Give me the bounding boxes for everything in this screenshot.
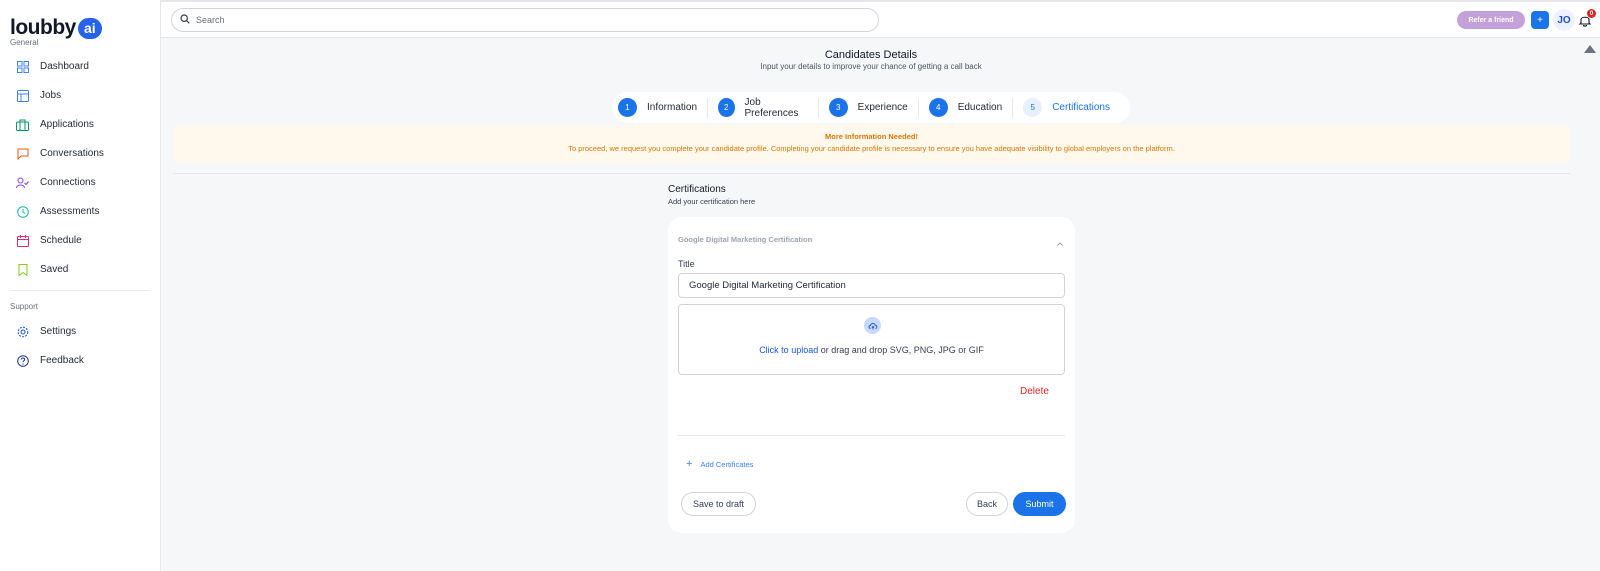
search-icon — [180, 11, 190, 29]
sidebar: loubby ai General Dashboard Jobs Applica… — [0, 0, 161, 571]
brand-name: loubby — [10, 16, 76, 39]
sidebar-item-label: Settings — [40, 326, 77, 337]
page-subtitle: Input your details to improve your chanc… — [760, 62, 982, 71]
support-section-label: Support — [10, 302, 39, 311]
sidebar-item-label: Conversations — [40, 148, 104, 159]
sidebar-item-label: Feedback — [40, 355, 84, 366]
chevron-up-icon[interactable] — [1056, 235, 1064, 246]
file-upload-dropzone[interactable]: Click to upload or drag and drop SVG, PN… — [678, 304, 1065, 375]
sidebar-item-label: Schedule — [40, 235, 82, 246]
sidebar-item-feedback[interactable]: Feedback — [16, 354, 84, 367]
sidebar-item-label: Jobs — [40, 90, 62, 101]
sidebar-item-settings[interactable]: Settings — [16, 325, 76, 338]
step-label: Certifications — [1052, 102, 1110, 113]
add-button[interactable]: + — [1531, 11, 1549, 29]
connections-icon — [16, 176, 29, 189]
sidebar-item-label: Assessments — [40, 206, 100, 217]
sidebar-item-jobs[interactable]: Jobs — [16, 89, 61, 102]
help-icon — [16, 354, 29, 367]
step-number: 4 — [928, 98, 948, 117]
search-input[interactable] — [196, 15, 796, 25]
upload-formats-text: or drag and drop SVG, PNG, JPG or GIF — [818, 345, 984, 355]
sidebar-divider — [10, 290, 150, 291]
applications-icon — [16, 118, 29, 131]
sidebar-item-dashboard[interactable]: Dashboard — [16, 60, 89, 73]
conversations-icon — [16, 147, 29, 160]
step-label: Experience — [857, 102, 908, 113]
click-to-upload-link[interactable]: Click to upload — [759, 345, 818, 355]
step-label: Information — [647, 102, 698, 113]
notification-badge: 0 — [1587, 9, 1596, 18]
sidebar-item-saved[interactable]: Saved — [16, 263, 68, 276]
search-box[interactable] — [171, 8, 879, 32]
step-information[interactable]: 1 Information — [618, 97, 709, 118]
sidebar-item-applications[interactable]: Applications — [16, 118, 94, 131]
certifications-subtitle: Add your certification here — [668, 197, 756, 206]
step-label: Education — [957, 102, 1003, 113]
step-number: 3 — [828, 98, 848, 117]
certification-item-heading[interactable]: Google Digital Marketing Certification — [678, 235, 812, 244]
saved-icon — [16, 263, 29, 276]
certification-title-input[interactable] — [678, 273, 1065, 298]
add-certificates-button[interactable]: + Add Certificates — [686, 458, 753, 470]
add-certificates-label: Add Certificates — [700, 459, 754, 469]
delete-button[interactable]: Delete — [1020, 386, 1049, 397]
plus-icon: + — [686, 458, 693, 470]
step-label: Job Preferences — [744, 96, 799, 119]
sidebar-item-assessments[interactable]: Assessments — [16, 205, 99, 218]
refer-friend-button[interactable]: Refer a friend — [1457, 11, 1525, 29]
sidebar-item-label: Applications — [40, 119, 94, 130]
submit-button[interactable]: Submit — [1013, 492, 1066, 516]
schedule-icon — [16, 234, 29, 247]
certification-card: Google Digital Marketing Certification T… — [668, 217, 1075, 533]
step-number: 5 — [1023, 98, 1043, 117]
assessments-icon — [16, 205, 29, 218]
banner-text: To proceed, we request you complete your… — [568, 144, 1175, 153]
avatar[interactable]: JO — [1553, 9, 1575, 31]
banner-title: More Information Needed! — [825, 132, 918, 141]
save-to-draft-button[interactable]: Save to draft — [681, 492, 756, 516]
step-certifications[interactable]: 5 Certifications — [1023, 98, 1120, 118]
step-number: 1 — [618, 98, 637, 117]
brand-logo[interactable]: loubby ai — [10, 16, 102, 40]
sidebar-item-schedule[interactable]: Schedule — [16, 234, 82, 247]
dashboard-icon — [16, 60, 29, 73]
upload-instructions: Click to upload or drag and drop SVG, PN… — [679, 345, 1064, 355]
jobs-icon — [16, 89, 29, 102]
page-title: Candidates Details — [824, 49, 918, 61]
brand-ai-badge: ai — [77, 17, 102, 39]
sidebar-item-connections[interactable]: Connections — [16, 176, 96, 189]
card-divider — [678, 435, 1065, 436]
sidebar-item-conversations[interactable]: Conversations — [16, 147, 104, 160]
title-field-label: Title — [678, 259, 695, 269]
section-divider — [173, 173, 1570, 174]
scroll-up-arrow[interactable] — [1584, 45, 1596, 53]
step-number: 2 — [718, 98, 735, 117]
sidebar-item-label: Saved — [40, 264, 69, 275]
upload-cloud-icon — [864, 317, 881, 334]
general-section-label: General — [10, 38, 39, 47]
gear-icon — [16, 325, 29, 338]
step-experience[interactable]: 3 Experience — [828, 97, 919, 118]
top-bar: Refer a friend + JO 0 — [161, 0, 1600, 38]
sidebar-item-label: Connections — [40, 177, 96, 188]
certifications-title: Certifications — [668, 184, 726, 195]
sidebar-item-label: Dashboard — [40, 61, 89, 72]
back-button[interactable]: Back — [966, 492, 1008, 516]
info-needed-banner: More Information Needed! To proceed, we … — [173, 125, 1570, 163]
step-education[interactable]: 4 Education — [928, 97, 1014, 118]
progress-stepper: 1 Information 2 Job Preferences 3 Experi… — [612, 92, 1130, 123]
step-job-preferences[interactable]: 2 Job Preferences — [718, 96, 819, 119]
